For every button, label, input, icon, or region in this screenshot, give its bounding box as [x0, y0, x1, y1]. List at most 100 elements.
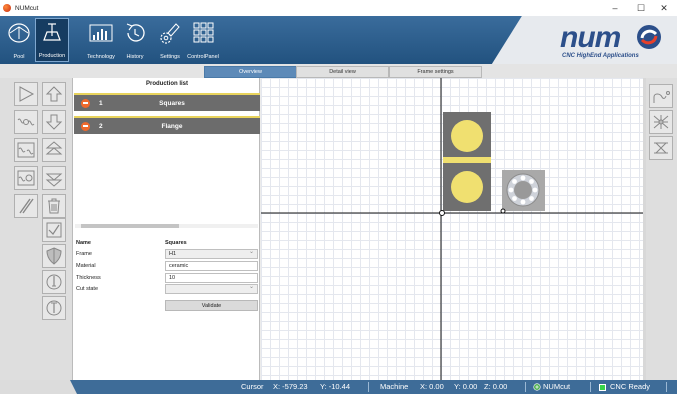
left-toolbar: [0, 78, 72, 380]
cursor-label: Cursor: [241, 382, 264, 391]
item-name: Squares: [159, 99, 185, 107]
tab-detail-view[interactable]: Detail view: [296, 66, 389, 78]
list-horizontal-scrollbar[interactable]: [75, 224, 258, 228]
tab-overview[interactable]: Overview: [204, 66, 297, 78]
pierce-point-alt-icon: [46, 300, 62, 316]
cursor-y: Y: -10.44: [320, 382, 351, 391]
ribbon-controlpanel-label: ControlPanel: [187, 54, 219, 60]
name-label: Name: [76, 240, 91, 246]
minimize-button[interactable]: –: [602, 0, 628, 16]
title-bar: NUMcut – ☐ ✕: [0, 0, 677, 16]
ribbon-production-button[interactable]: Production: [35, 18, 69, 62]
move-up-button[interactable]: [42, 82, 66, 106]
machine-frame-button[interactable]: [14, 138, 38, 162]
history-icon: [126, 23, 145, 42]
play-icon: [19, 86, 35, 102]
machine-x: X: 0.00: [420, 382, 444, 391]
part-squares[interactable]: [443, 112, 491, 211]
tab-frame-settings[interactable]: Frame settings: [389, 66, 482, 78]
ribbon-production-label: Production: [38, 53, 66, 59]
flange-bolt-hole: [529, 196, 534, 201]
logo-wordmark: num: [560, 21, 621, 54]
ribbon-controlpanel-button[interactable]: ControlPanel: [186, 18, 220, 62]
cnc-ready-led-icon: [599, 384, 606, 391]
flange-bolt-hole: [520, 175, 526, 181]
remove-item-icon[interactable]: [81, 121, 90, 131]
status-bar: Cursor X: -579.23 Y: -10.44 Machine X: 0…: [0, 380, 677, 394]
frame-select[interactable]: H1: [165, 248, 258, 259]
cut-state-label: Cut state: [76, 286, 99, 292]
shield-icon: [46, 247, 62, 265]
lead-in-button[interactable]: [649, 84, 673, 108]
production-list-item[interactable]: 1 Squares: [74, 93, 260, 111]
move-bottom-button[interactable]: [42, 166, 66, 190]
cursor-x: X: -579.23: [273, 382, 308, 391]
production-icon: [43, 23, 61, 41]
ribbon-history-button[interactable]: History: [118, 18, 152, 62]
machine-label: Machine: [380, 382, 409, 391]
ribbon-pool-button[interactable]: Pool: [2, 18, 36, 62]
arrow-down-icon: [45, 114, 63, 130]
square-divider: [443, 157, 491, 163]
bridge-icon: [654, 142, 668, 154]
drawing-canvas[interactable]: [261, 78, 643, 380]
material-field[interactable]: ceramic: [165, 261, 258, 271]
ribbon-technology-button[interactable]: Technology: [84, 18, 118, 62]
flange-bore: [514, 181, 532, 199]
move-down-button[interactable]: [42, 110, 66, 134]
thickness-field[interactable]: 10: [165, 273, 258, 283]
check-button[interactable]: [42, 218, 66, 242]
remove-item-icon[interactable]: [81, 98, 90, 108]
status-separator: [590, 382, 591, 392]
num-logo: num CNC HighEnd Applications: [560, 21, 670, 61]
close-button[interactable]: ✕: [651, 0, 677, 16]
machine-all-button[interactable]: [14, 166, 38, 190]
numcut-status-icon: [533, 383, 541, 391]
scrollbar-thumb[interactable]: [81, 224, 179, 228]
pierce-point-icon: [46, 274, 62, 290]
ribbon-pool-label: Pool: [13, 54, 25, 60]
machine-part-button[interactable]: [14, 110, 38, 134]
ribbon-technology-label: Technology: [87, 54, 115, 60]
machine-y: Y: 0.00: [454, 382, 478, 391]
shield-button[interactable]: [42, 244, 66, 268]
flange-bolt-hole: [532, 187, 538, 193]
star-cut-button[interactable]: [649, 110, 673, 134]
framed-part-all-icon: [17, 170, 35, 186]
status-separator: [368, 382, 369, 392]
production-list-item[interactable]: 2 Flange: [74, 116, 260, 134]
checkbox-icon: [46, 222, 62, 238]
part-flange[interactable]: [502, 170, 545, 211]
validate-button[interactable]: Validate: [165, 300, 258, 311]
status-separator: [666, 382, 667, 392]
window-title: NUMcut: [15, 4, 39, 12]
bridge-button[interactable]: [649, 136, 673, 160]
square-hole-top: [451, 120, 483, 152]
ribbon: Pool Production Technology History Setti…: [0, 16, 677, 64]
double-arrow-down-icon: [45, 173, 63, 187]
framed-part-icon: [17, 142, 35, 158]
item-number: 2: [99, 122, 103, 130]
flange-bolt-hole: [508, 187, 514, 193]
ribbon-settings-label: Settings: [160, 54, 180, 60]
status-separator: [525, 382, 526, 392]
frame-label: Frame: [76, 251, 92, 257]
app-icon: [3, 4, 11, 12]
ribbon-settings-button[interactable]: Settings: [153, 18, 187, 62]
pierce-point-2-button[interactable]: [42, 296, 66, 320]
edit-button[interactable]: [14, 194, 38, 218]
slash-lines-icon: [19, 198, 34, 214]
pierce-point-button[interactable]: [42, 270, 66, 294]
flange-bolt-hole: [512, 179, 517, 184]
nesting-view: [261, 78, 643, 380]
delete-button[interactable]: [42, 194, 66, 218]
control-panel-icon: [193, 22, 214, 43]
move-top-button[interactable]: [42, 138, 66, 162]
production-panel: Production list 1 Squares 2 Flange Name …: [72, 78, 260, 380]
logo-subtitle: CNC HighEnd Applications: [562, 53, 639, 59]
square-hole-bottom: [451, 171, 483, 203]
machine-z: Z: 0.00: [484, 382, 508, 391]
trash-icon: [48, 198, 60, 214]
cut-state-select[interactable]: [165, 283, 258, 294]
play-button[interactable]: [14, 82, 38, 106]
